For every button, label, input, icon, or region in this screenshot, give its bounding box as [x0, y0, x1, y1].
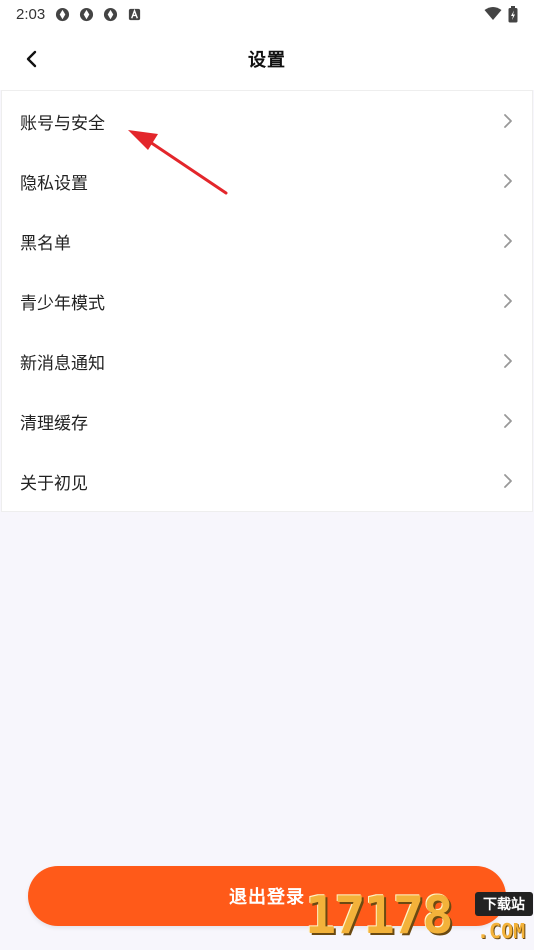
- menu-item-label: 清理缓存: [20, 413, 88, 434]
- menu-item-about[interactable]: 关于初见: [2, 451, 532, 511]
- settings-menu: 账号与安全 隐私设置 黑名单 青少年模式 新消息通知 清理缓存 关于初见: [1, 90, 533, 512]
- chevron-left-icon: [26, 50, 37, 68]
- menu-item-blacklist[interactable]: 黑名单: [2, 211, 532, 271]
- back-button[interactable]: [18, 46, 44, 72]
- a-badge-icon: [129, 8, 141, 20]
- menu-item-notifications[interactable]: 新消息通知: [2, 331, 532, 391]
- chevron-right-icon: [504, 234, 512, 248]
- status-bar: 2:03: [0, 0, 534, 28]
- app-icon: [56, 7, 70, 21]
- nav-bar: 设置: [0, 28, 534, 90]
- menu-item-label: 青少年模式: [20, 293, 105, 314]
- menu-item-account-security[interactable]: 账号与安全: [2, 91, 532, 151]
- menu-item-label: 账号与安全: [20, 113, 105, 134]
- app-icon: [104, 7, 118, 21]
- menu-item-privacy[interactable]: 隐私设置: [2, 151, 532, 211]
- wifi-icon: [484, 7, 502, 20]
- chevron-right-icon: [504, 114, 512, 128]
- chevron-right-icon: [504, 174, 512, 188]
- status-time: 2:03: [16, 5, 46, 23]
- menu-item-clear-cache[interactable]: 清理缓存: [2, 391, 532, 451]
- battery-icon: [508, 5, 518, 22]
- menu-item-label: 隐私设置: [20, 173, 88, 194]
- logout-label: 退出登录: [229, 887, 305, 908]
- menu-item-label: 黑名单: [20, 233, 71, 254]
- logout-button[interactable]: 退出登录: [28, 866, 506, 926]
- chevron-right-icon: [504, 474, 512, 488]
- menu-item-teen-mode[interactable]: 青少年模式: [2, 271, 532, 331]
- chevron-right-icon: [504, 414, 512, 428]
- menu-item-label: 关于初见: [20, 473, 88, 494]
- chevron-right-icon: [504, 354, 512, 368]
- chevron-right-icon: [504, 294, 512, 308]
- page-title: 设置: [248, 50, 286, 71]
- app-icon: [80, 7, 94, 21]
- menu-item-label: 新消息通知: [20, 353, 105, 374]
- status-right: [484, 5, 518, 23]
